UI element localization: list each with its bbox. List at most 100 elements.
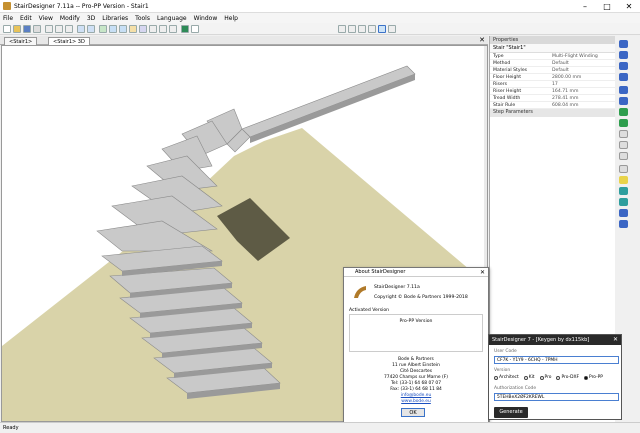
stair-straight-icon[interactable] (619, 40, 628, 48)
material-icon[interactable] (129, 25, 137, 33)
zoom-all-icon[interactable] (368, 25, 376, 33)
tread-icon[interactable] (619, 152, 628, 160)
stair-spiral-icon[interactable] (619, 73, 628, 81)
redo-icon[interactable] (87, 25, 95, 33)
website-link[interactable]: www.bode.eu (349, 399, 483, 405)
pan-icon[interactable] (388, 25, 396, 33)
baluster-icon[interactable] (619, 130, 628, 138)
landing-icon[interactable] (619, 86, 628, 94)
user-code-field[interactable]: CF7K - Y1Y9 - 6CHQ - 7PMH (494, 356, 619, 364)
light-icon[interactable] (619, 176, 628, 184)
cut-icon[interactable] (45, 25, 53, 33)
ceiling-icon[interactable] (619, 220, 628, 228)
print-icon[interactable] (33, 25, 41, 33)
opening-icon[interactable] (619, 198, 628, 206)
toolbar (0, 23, 640, 35)
about-dialog-title: About StairDesigner (355, 269, 406, 275)
zoom-in-icon[interactable] (338, 25, 346, 33)
new-file-icon[interactable] (3, 25, 11, 33)
close-icon[interactable]: ✕ (618, 0, 640, 13)
tab-stair1-3d[interactable]: <Stair1> 3D (48, 37, 90, 45)
radio-pro[interactable]: Pro (539, 375, 551, 380)
stair-l-icon[interactable] (619, 51, 628, 59)
close-tab-icon[interactable]: ✕ (479, 36, 485, 44)
paste-icon[interactable] (65, 25, 73, 33)
keygen-title-bar: StairDesigner 7 - [Keygen by dx115kb] ✕ (489, 335, 621, 345)
menu-help[interactable]: Help (224, 15, 238, 22)
menu-libraries[interactable]: Libraries (102, 15, 128, 22)
stair-tool-icon[interactable] (99, 25, 107, 33)
help-icon[interactable] (191, 25, 199, 33)
about-version: StairDesigner 7.11a (374, 285, 420, 290)
user-code-label: User Code (494, 349, 517, 354)
prop-row[interactable]: Material Styles Default (490, 67, 615, 74)
minimize-icon[interactable]: – (574, 0, 596, 13)
object-selector[interactable]: Stair "Stair1" (490, 44, 615, 53)
prop-row[interactable]: Method Default (490, 60, 615, 67)
menu-file[interactable]: File (3, 15, 13, 22)
prop-row[interactable]: Stair Rule 608.04 mm (490, 102, 615, 109)
radio-icon (539, 375, 544, 380)
newel-icon[interactable] (619, 141, 628, 149)
menu-bar: File Edit View Modify 3D Libraries Tools… (0, 13, 640, 23)
window-title: StairDesigner 7.11a -- Pro-PP Version - … (14, 2, 149, 10)
window-controls: – □ ✕ (574, 0, 640, 13)
prop-row[interactable]: Type Multi-Flight Winding (490, 53, 615, 60)
app-icon (3, 2, 11, 10)
stringer-icon[interactable] (619, 108, 628, 116)
auth-code-label: Authorization Code (494, 386, 537, 391)
copy-icon[interactable] (55, 25, 63, 33)
radio-pro-dxf[interactable]: Pro-DXF (556, 375, 579, 380)
zoom-out-icon[interactable] (348, 25, 356, 33)
radio-kit[interactable]: Kit (523, 375, 535, 380)
stair-u-icon[interactable] (619, 62, 628, 70)
dimension-icon[interactable] (159, 25, 167, 33)
keygen-title: StairDesigner 7 - [Keygen by dx115kb] (492, 337, 590, 343)
close-icon[interactable]: ✕ (480, 268, 485, 277)
prop-row[interactable]: Tread Width 278.41 mm (490, 95, 615, 102)
layer-icon[interactable] (149, 25, 157, 33)
view-2d-icon[interactable] (109, 25, 117, 33)
radio-architect[interactable]: Architect (494, 375, 519, 380)
prop-row[interactable]: Riser Height 164.71 mm (490, 88, 615, 95)
prop-row[interactable]: Floor Height 2800.00 mm (490, 74, 615, 81)
generate-button[interactable]: Generate (494, 407, 528, 418)
menu-view[interactable]: View (39, 15, 53, 22)
railing-icon[interactable] (619, 119, 628, 127)
measure-icon[interactable] (169, 25, 177, 33)
orbit-icon[interactable] (378, 25, 386, 33)
tab-stair1-plan[interactable]: <Stair1> (4, 37, 38, 45)
radio-icon (556, 375, 561, 380)
riser-icon[interactable] (619, 165, 628, 173)
open-folder-icon[interactable] (13, 25, 21, 33)
export-icon[interactable] (181, 25, 189, 33)
wall-icon[interactable] (619, 187, 628, 195)
step-parameters-section[interactable]: Step Parameters (490, 109, 615, 117)
menu-language[interactable]: Language (157, 15, 187, 22)
auth-code-field[interactable]: 5TEHBeX2ØF2KREWL (494, 393, 619, 401)
menu-3d[interactable]: 3D (87, 15, 95, 22)
radio-pro-pp[interactable]: Pro-PP (584, 375, 603, 380)
save-icon[interactable] (23, 25, 31, 33)
version-radio-group: Architect Kit Pro Pro-DXF Pro-PP (494, 375, 608, 380)
view-3d-icon[interactable] (119, 25, 127, 33)
about-copyright: Copyright © Bode & Partners 1999-2018 (374, 295, 468, 300)
close-icon[interactable]: ✕ (613, 335, 618, 345)
prop-row[interactable]: Risers 17 (490, 81, 615, 88)
maximize-icon[interactable]: □ (596, 0, 618, 13)
ok-button[interactable]: OK (401, 408, 425, 417)
radio-icon (523, 375, 528, 380)
menu-edit[interactable]: Edit (20, 15, 32, 22)
zoom-window-icon[interactable] (358, 25, 366, 33)
floor-icon[interactable] (619, 209, 628, 217)
about-dialog-title-bar: About StairDesigner ✕ (344, 268, 488, 277)
activated-value: Pro-PP Version (399, 319, 433, 324)
undo-icon[interactable] (77, 25, 85, 33)
menu-tools[interactable]: Tools (135, 15, 150, 22)
radio-icon (494, 375, 498, 380)
menu-window[interactable]: Window (194, 15, 218, 22)
status-text: Ready (3, 425, 19, 431)
winder-icon[interactable] (619, 97, 628, 105)
render-icon[interactable] (139, 25, 147, 33)
menu-modify[interactable]: Modify (60, 15, 80, 22)
